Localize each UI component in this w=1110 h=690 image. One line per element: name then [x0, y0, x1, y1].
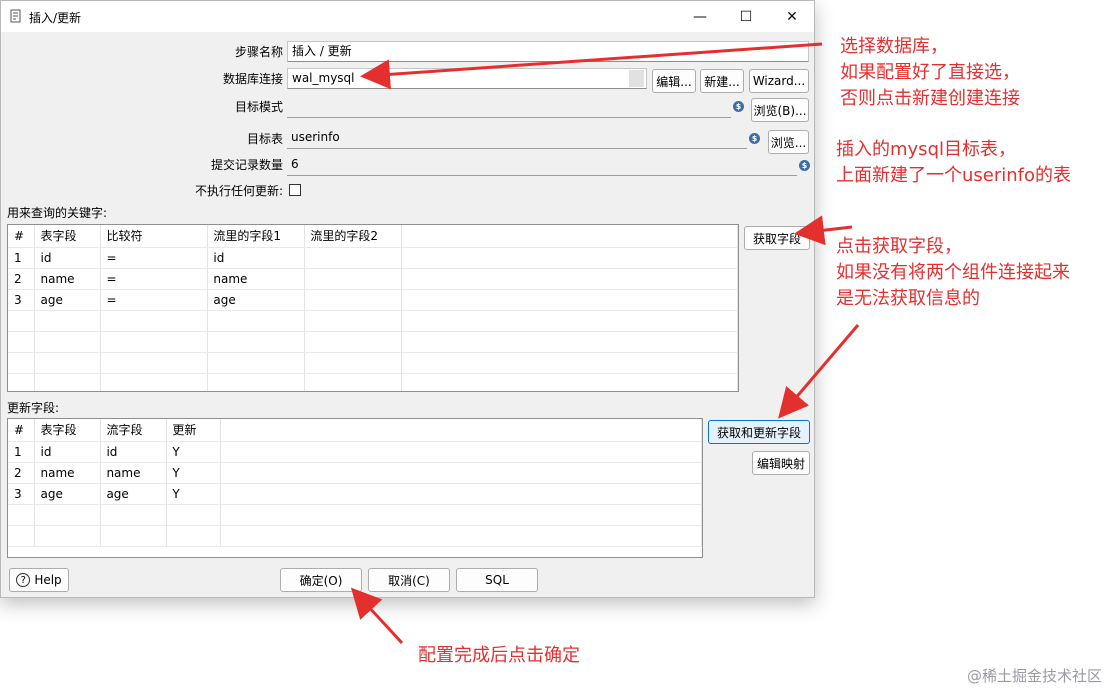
annotation-db: 选择数据库， 如果配置好了直接选， 否则点击新建创建连接 — [840, 34, 1020, 112]
annotation-table: 插入的mysql目标表， 上面新建了一个userinfo的表 — [836, 137, 1071, 189]
arrow-update — [778, 324, 860, 419]
annotation-line: 如果配置好了直接选， — [840, 62, 1020, 83]
annotation-line: 如果没有将两个组件连接起来 — [836, 262, 1070, 283]
annotation-line: 是无法获取信息的 — [836, 288, 980, 309]
annotation-line: 否则点击新建创建连接 — [840, 88, 1020, 109]
annotation-line: 上面新建了一个userinfo的表 — [836, 165, 1072, 186]
annotation-line: 选择数据库， — [840, 36, 948, 57]
annotation-line: 点击获取字段， — [836, 236, 962, 257]
annotation-ok: 配置完成后点击确定 — [418, 645, 580, 666]
annotation-fields: 点击获取字段， 如果没有将两个组件连接起来 是无法获取信息的 — [836, 234, 1070, 312]
arrow-db — [360, 42, 823, 90]
arrow-ok — [350, 587, 404, 645]
annotation-line: 插入的mysql目标表， — [836, 139, 1016, 160]
watermark: @稀土掘金技术社区 — [966, 667, 1102, 685]
arrow-fields — [794, 215, 853, 246]
